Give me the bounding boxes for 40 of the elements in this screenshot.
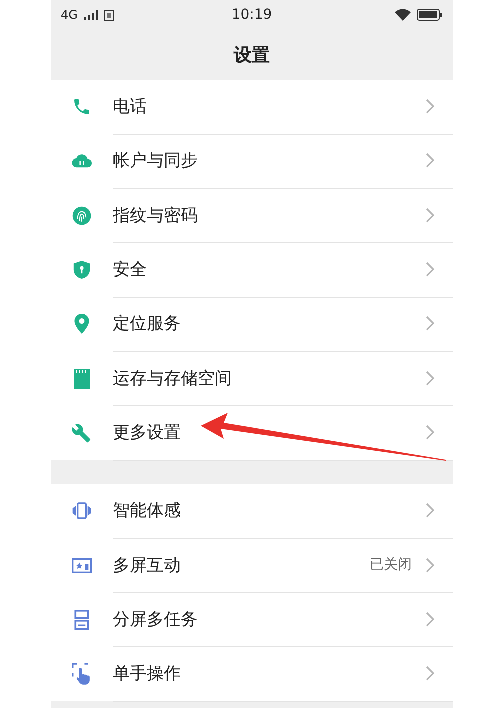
- chevron-right-icon: [426, 208, 435, 223]
- settings-item[interactable]: 更多设置: [113, 420, 426, 444]
- hand-touch-icon: [72, 663, 92, 686]
- chevron-right-icon: [426, 424, 435, 440]
- settings-item[interactable]: 定位服务: [113, 312, 426, 336]
- settings-item[interactable]: 多屏互动: [113, 554, 370, 577]
- cloud-icon: [72, 153, 92, 170]
- signal-icon: [84, 10, 98, 20]
- sd-card-icon: [74, 368, 90, 389]
- settings-item[interactable]: 智能体感: [113, 499, 426, 522]
- network-type: 4G: [61, 8, 78, 22]
- chevron-right-icon: [426, 558, 435, 573]
- settings-item[interactable]: 帐户与同步: [113, 149, 426, 172]
- settings-item[interactable]: 电话: [113, 95, 426, 118]
- chevron-right-icon: [426, 316, 435, 332]
- fingerprint-icon: [72, 206, 92, 226]
- chevron-right-icon: [426, 612, 435, 627]
- chevron-right-icon: [426, 153, 435, 168]
- settings-item[interactable]: 运存与存储空间: [113, 366, 426, 390]
- split-screen-icon: [74, 610, 90, 630]
- battery-icon: [416, 9, 443, 21]
- chevron-right-icon: [426, 666, 435, 682]
- shield-icon: [73, 260, 91, 280]
- wifi-icon: [394, 9, 411, 21]
- chevron-right-icon: [426, 503, 435, 518]
- settings-item[interactable]: 安全: [113, 258, 426, 282]
- chevron-right-icon: [426, 370, 435, 386]
- phone-tilt-icon: [72, 501, 92, 522]
- settings-item[interactable]: 分屏多任务: [113, 608, 426, 631]
- phone-icon: [72, 97, 92, 118]
- item-value: 已关闭: [370, 556, 412, 574]
- page-title: 设置: [232, 44, 271, 68]
- status-time: 10:19: [232, 7, 272, 23]
- settings-item[interactable]: 指纹与密码: [113, 204, 426, 227]
- location-pin-icon: [74, 314, 90, 334]
- chevron-right-icon: [426, 99, 435, 114]
- sim-card-icon: [104, 10, 114, 20]
- wrench-icon: [72, 422, 92, 443]
- chevron-right-icon: [426, 262, 435, 278]
- settings-item[interactable]: 单手操作: [113, 662, 426, 686]
